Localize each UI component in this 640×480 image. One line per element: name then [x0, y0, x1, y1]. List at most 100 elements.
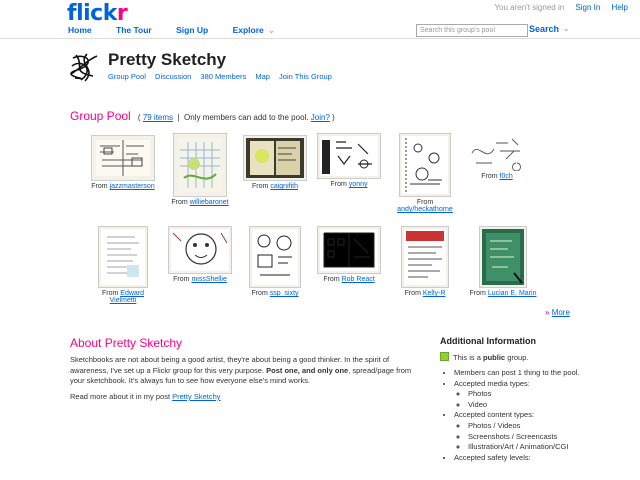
more-link[interactable]: » More — [545, 308, 570, 317]
tab-join-group[interactable]: Join This Group — [279, 72, 332, 81]
pool-thumb[interactable]: From ssp_sixty — [240, 226, 310, 297]
pool-note: Only members can add to the pool. — [184, 113, 309, 122]
logo-pink-part: r — [116, 1, 128, 26]
sketch-thumbnail[interactable] — [243, 135, 307, 181]
public-text: group. — [505, 353, 529, 362]
pool-header: Group Pool ( 79 items | Only members can… — [70, 109, 335, 123]
info-subitem: Illustration/Art / Animation/CGI — [468, 442, 624, 453]
thumb-owner[interactable]: ssp_sixty — [270, 290, 299, 297]
sketch-thumbnail[interactable] — [317, 133, 381, 179]
thumb-owner[interactable]: andy/heckathorne — [397, 206, 453, 213]
public-text: This is a — [453, 353, 484, 362]
from-label: From — [330, 181, 347, 188]
thumb-owner[interactable]: williebaronet — [190, 199, 229, 206]
help-link[interactable]: Help — [612, 3, 628, 12]
sketch-thumbnail[interactable] — [173, 133, 227, 197]
header-divider — [0, 38, 640, 39]
sketch-thumbnail[interactable] — [479, 226, 527, 288]
group-tabs: Group Pool Discussion 380 Members Map Jo… — [108, 72, 339, 81]
info-subitem: Photos / Videos — [468, 421, 624, 432]
thumb-owner[interactable]: f0ch — [500, 173, 513, 180]
more-label: More — [551, 308, 570, 317]
pool-thumb[interactable]: From andy/heckathorne — [390, 133, 460, 213]
pool-thumb[interactable]: From missShellie — [165, 226, 235, 283]
signin-status: You aren't signed in — [494, 3, 565, 12]
chevron-down-icon[interactable]: ⌄ — [563, 24, 570, 33]
about-bold-text: Post one, and only one — [266, 365, 349, 375]
flickr-logo[interactable]: flickr — [67, 1, 128, 26]
logo-blue-part: flick — [67, 1, 117, 26]
from-label: From — [91, 183, 108, 190]
thumb-owner[interactable]: jazzmasterson — [110, 183, 155, 190]
pool-thumb[interactable]: From Rob React — [314, 226, 384, 283]
from-label: From — [404, 290, 421, 297]
info-subitem: Photos — [468, 389, 624, 400]
nav-explore-label: Explore — [232, 25, 264, 35]
group-search-input[interactable]: Search this group's pool — [416, 24, 528, 37]
pool-thumb[interactable]: From caignifith — [240, 135, 310, 190]
info-title: Additional Information — [440, 336, 536, 346]
main-nav: Home The Tour Sign Up Explore ⌄ — [68, 25, 297, 36]
search-button[interactable]: Search — [529, 24, 559, 34]
thumb-owner[interactable]: yonny — [349, 181, 368, 188]
pool-items-link[interactable]: 79 items — [143, 113, 173, 122]
pool-title: Group Pool — [70, 109, 131, 123]
tab-group-pool[interactable]: Group Pool — [108, 72, 146, 81]
thumb-owner[interactable]: missShellie — [191, 276, 226, 283]
sketch-thumbnail[interactable] — [91, 135, 155, 181]
from-label: From — [171, 199, 188, 206]
pool-thumb[interactable]: From Lucian E. Marin — [468, 226, 538, 297]
about-read-more: Read more about it in my post Pretty Ske… — [70, 392, 221, 401]
sketch-thumbnail[interactable] — [249, 226, 301, 288]
tab-members[interactable]: 380 Members — [200, 72, 246, 81]
sketch-thumbnail[interactable] — [466, 133, 528, 171]
info-list: Members can post 1 thing to the pool. Ac… — [444, 368, 624, 463]
info-subitem: Video — [468, 400, 624, 411]
media-label: Accepted media types: — [454, 378, 530, 388]
thumb-owner[interactable]: Lucian E. Marin — [488, 290, 537, 297]
from-label: From — [481, 173, 498, 180]
pool-thumb[interactable]: From williebaronet — [165, 133, 235, 206]
nav-home[interactable]: Home — [68, 25, 92, 35]
account-bar: You aren't signed in Sign In Help — [485, 3, 628, 12]
tab-discussion[interactable]: Discussion — [155, 72, 191, 81]
public-group-note: This is a public group. — [440, 352, 528, 362]
info-item: Members can post 1 thing to the pool. — [454, 368, 624, 379]
chevron-down-icon: ⌄ — [267, 25, 275, 35]
from-label: From — [101, 290, 119, 297]
join-link[interactable]: Join? — [311, 113, 330, 122]
from-label: From — [252, 183, 269, 190]
pool-thumb[interactable]: From f0ch — [462, 133, 532, 180]
sketch-thumbnail[interactable] — [98, 226, 148, 288]
pool-thumb[interactable]: From jazzmasterson — [88, 135, 158, 190]
info-item: Accepted safety levels: — [454, 453, 624, 464]
sketch-thumbnail[interactable] — [401, 226, 449, 288]
about-title: About Pretty Sketchy — [70, 336, 183, 350]
content-label: Accepted content types: — [454, 410, 535, 420]
pool-thumb[interactable]: From Kelly-R — [390, 226, 460, 297]
tab-map[interactable]: Map — [255, 72, 270, 81]
group-title: Pretty Sketchy — [108, 50, 227, 69]
scribble-avatar-icon — [67, 50, 101, 84]
thumb-owner[interactable]: caignifith — [270, 183, 298, 190]
sign-in-link[interactable]: Sign In — [575, 3, 600, 12]
nav-signup[interactable]: Sign Up — [176, 25, 208, 35]
nav-explore[interactable]: Explore ⌄ — [233, 25, 275, 35]
from-label: From — [469, 290, 486, 297]
sketch-thumbnail[interactable] — [317, 226, 381, 274]
info-item: Accepted content types: Photos / VideosS… — [454, 410, 624, 452]
info-subitem: Screenshots / Screencasts — [468, 432, 624, 443]
read-more-text: Read more about it in my post — [70, 392, 173, 401]
pool-thumb[interactable]: From yonny — [314, 133, 384, 188]
info-item: Accepted media types: PhotosVideo — [454, 379, 624, 411]
sketch-thumbnail[interactable] — [399, 133, 451, 197]
pool-thumb[interactable]: From Edward Vielmetti — [88, 226, 158, 304]
sketch-thumbnail[interactable] — [168, 226, 232, 274]
nav-tour[interactable]: The Tour — [116, 25, 152, 35]
thumb-owner[interactable]: Rob React — [342, 276, 375, 283]
double-chevron-right-icon: » — [545, 308, 550, 317]
green-square-icon — [440, 352, 449, 361]
from-label: From — [416, 199, 434, 206]
thumb-owner[interactable]: Kelly-R — [423, 290, 446, 297]
blog-post-link[interactable]: Pretty Sketchy — [172, 392, 220, 401]
